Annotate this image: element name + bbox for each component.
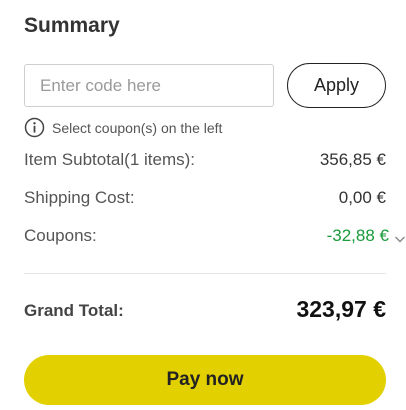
apply-coupon-button[interactable]: Apply xyxy=(287,63,386,108)
shipping-row: Shipping Cost: 0,00 € xyxy=(24,188,386,208)
info-icon xyxy=(24,117,45,138)
grand-total-value: 323,97 € xyxy=(296,296,386,322)
coupon-hint: Select coupon(s) on the left xyxy=(24,117,222,138)
shipping-value: 0,00 € xyxy=(338,188,386,207)
pay-now-button[interactable]: Pay now xyxy=(24,355,386,405)
coupons-value-group[interactable]: -32,88 € xyxy=(327,226,406,246)
shipping-label: Shipping Cost: xyxy=(24,188,135,207)
order-summary-panel: Summary Apply Select coupon(s) on the le… xyxy=(0,0,406,410)
coupons-value: -32,88 € xyxy=(326,226,389,245)
subtotal-value: 356,85 € xyxy=(319,150,386,169)
coupons-label: Coupons: xyxy=(24,226,97,245)
coupon-hint-text: Select coupon(s) on the left xyxy=(52,119,223,136)
subtotal-row: Item Subtotal(1 items): 356,85 € xyxy=(24,150,386,170)
grand-total-label: Grand Total: xyxy=(24,301,124,320)
chevron-down-icon[interactable] xyxy=(394,230,406,243)
summary-divider xyxy=(24,273,386,274)
subtotal-label: Item Subtotal(1 items): xyxy=(24,150,196,169)
coupon-code-input[interactable] xyxy=(24,64,274,107)
coupons-row[interactable]: Coupons: -32,88 € xyxy=(24,226,406,246)
summary-title: Summary xyxy=(24,14,120,37)
